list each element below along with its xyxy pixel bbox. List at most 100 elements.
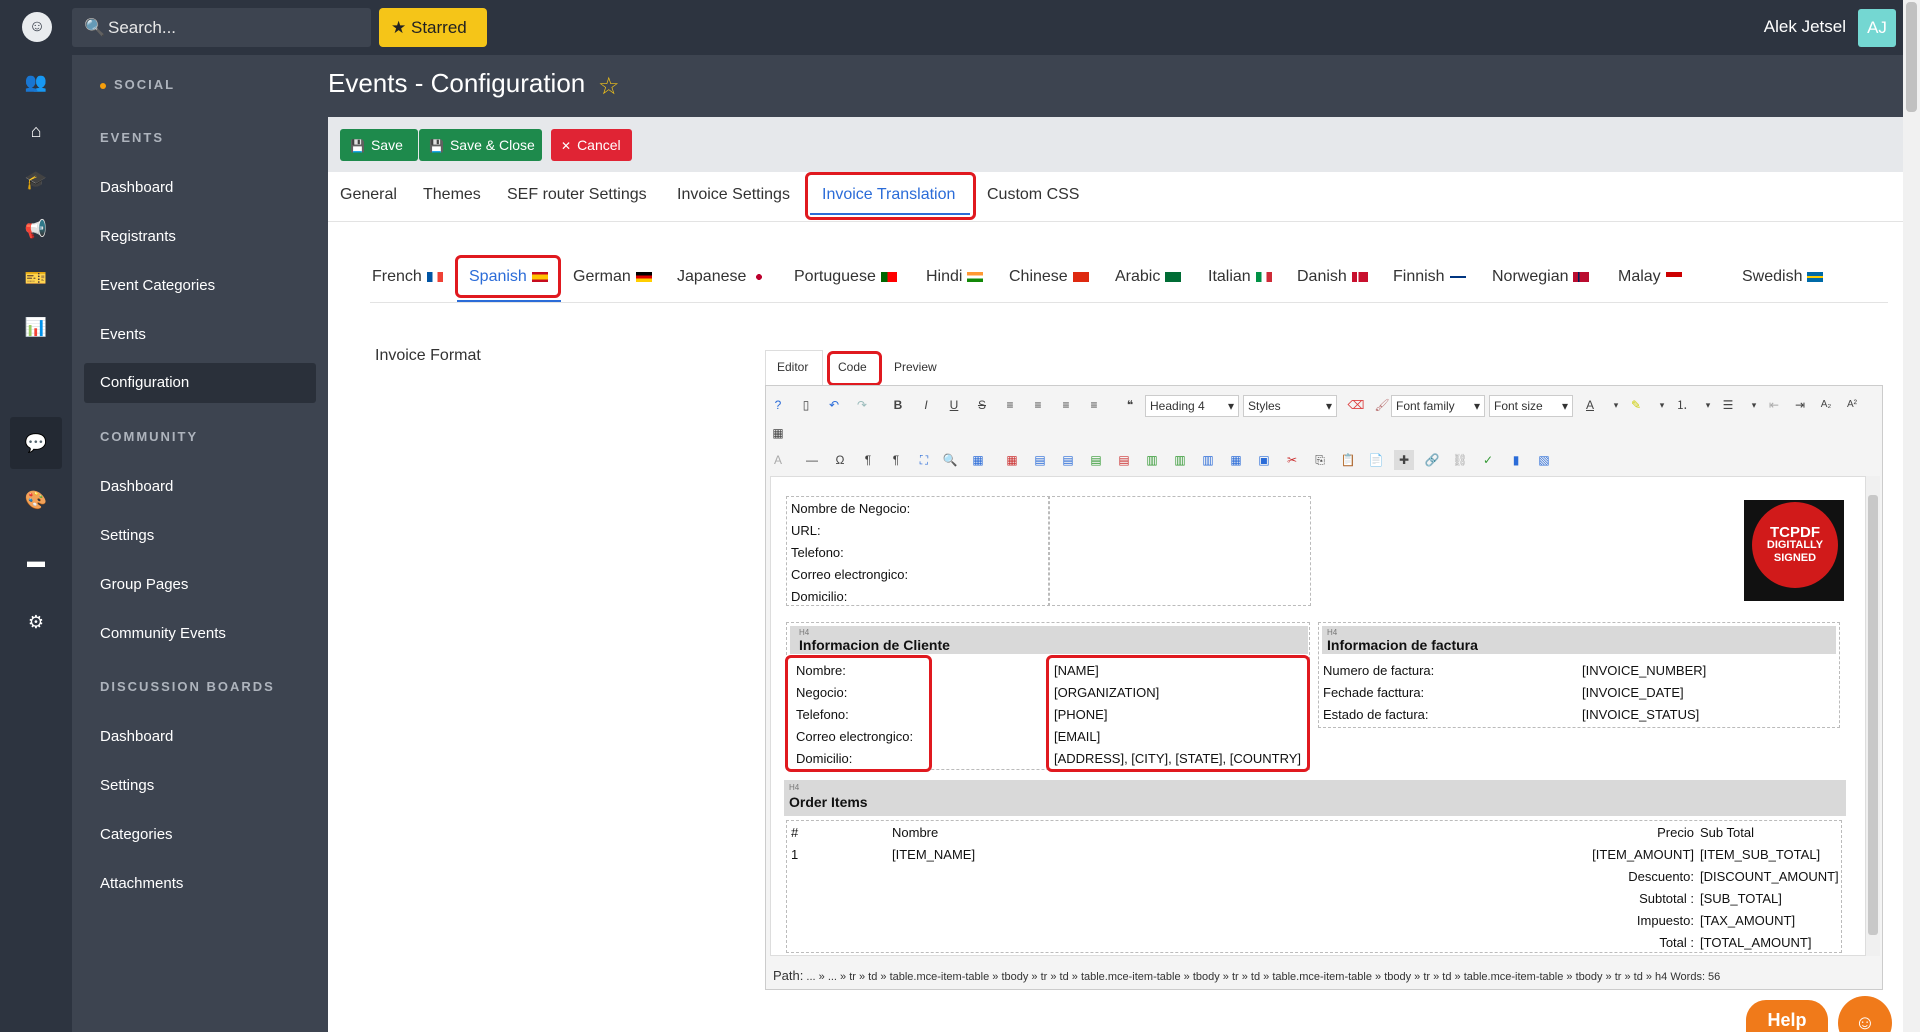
font-size-select[interactable]: Font size ▾ bbox=[1489, 395, 1573, 417]
sidebar-item-events[interactable]: Events bbox=[100, 326, 146, 343]
tab-general[interactable]: General bbox=[340, 186, 397, 204]
cancel-button[interactable]: ✕ Cancel bbox=[551, 129, 632, 161]
subscript-icon[interactable]: A₂ bbox=[1816, 395, 1836, 415]
help-button[interactable]: Help bbox=[1746, 1000, 1828, 1032]
tab-sef-router-settings[interactable]: SEF router Settings bbox=[507, 186, 647, 204]
lang-tab-hindi[interactable]: Hindi bbox=[926, 268, 984, 286]
chevron-down-icon[interactable]: ▾ bbox=[1698, 395, 1718, 415]
row-before-icon[interactable]: ▤ bbox=[1030, 450, 1050, 470]
italic-icon[interactable]: I bbox=[916, 395, 936, 415]
undo-icon[interactable]: ↶ bbox=[824, 395, 844, 415]
align-center-icon[interactable]: ≡ bbox=[1028, 395, 1048, 415]
tab-invoice-settings[interactable]: Invoice Settings bbox=[677, 186, 790, 204]
sidebar-item-group-pages[interactable]: Group Pages bbox=[100, 576, 188, 593]
bullet-list-icon[interactable]: ☰ bbox=[1718, 395, 1738, 415]
font-family-select[interactable]: Font family ▾ bbox=[1391, 395, 1485, 417]
col-props-icon[interactable]: ▥ bbox=[1198, 450, 1218, 470]
editor-scroll-thumb[interactable] bbox=[1868, 495, 1878, 935]
tab-editor[interactable]: Editor bbox=[777, 360, 808, 374]
styles-select[interactable]: Styles ▾ bbox=[1243, 395, 1337, 417]
special-character-icon[interactable]: Ω bbox=[830, 450, 850, 470]
tab-custom-css[interactable]: Custom CSS bbox=[987, 186, 1079, 204]
sidebar-item-discussion-settings[interactable]: Settings bbox=[100, 777, 154, 794]
redo-icon[interactable]: ↷ bbox=[852, 395, 872, 415]
page-scrollbar[interactable] bbox=[1903, 0, 1920, 1032]
search-input[interactable]: 🔍 Search... bbox=[72, 8, 371, 47]
chevron-down-icon[interactable]: ▾ bbox=[1744, 395, 1764, 415]
insert-table-icon[interactable]: ▦ bbox=[968, 450, 988, 470]
tab-preview[interactable]: Preview bbox=[894, 360, 937, 374]
lang-tab-italian[interactable]: Italian bbox=[1208, 268, 1272, 286]
sidebar-item-community-settings[interactable]: Settings bbox=[100, 527, 154, 544]
outdent-icon[interactable]: ⇤ bbox=[1764, 395, 1784, 415]
chart-icon[interactable]: 📊 bbox=[24, 315, 48, 339]
lang-tab-japanese[interactable]: Japanese bbox=[677, 268, 768, 286]
chat-icon[interactable]: 💬 bbox=[10, 417, 62, 469]
favorite-star-icon[interactable]: ☆ bbox=[598, 72, 620, 101]
avatar[interactable]: AJ bbox=[1858, 9, 1896, 47]
paste-text-icon[interactable]: 📄 bbox=[1366, 450, 1386, 470]
highlight-color-icon[interactable]: ✎ bbox=[1626, 395, 1646, 415]
lang-tab-arabic[interactable]: Arabic bbox=[1115, 268, 1182, 286]
app-logo-icon[interactable]: ☺ bbox=[22, 12, 52, 42]
paste-icon[interactable]: 📋 bbox=[1338, 450, 1358, 470]
palette-icon[interactable]: 🎨 bbox=[24, 488, 48, 512]
align-left-icon[interactable]: ≡ bbox=[1056, 395, 1076, 415]
blockquote-icon[interactable]: ❝ bbox=[1120, 395, 1140, 415]
megaphone-icon[interactable]: 📢 bbox=[24, 217, 48, 241]
format-painter-icon[interactable]: 🖌 bbox=[1372, 395, 1392, 415]
lang-tab-danish[interactable]: Danish bbox=[1297, 268, 1368, 286]
strikethrough-icon[interactable]: S bbox=[972, 395, 992, 415]
users-icon[interactable]: 👥 bbox=[24, 70, 48, 94]
sidebar-section-social[interactable]: SOCIAL bbox=[100, 77, 175, 92]
fullscreen-icon[interactable]: ⛶ bbox=[914, 450, 934, 470]
sidebar-item-community-events[interactable]: Community Events bbox=[100, 625, 226, 642]
sidebar-item-registrants[interactable]: Registrants bbox=[100, 228, 176, 245]
tab-themes[interactable]: Themes bbox=[423, 186, 481, 204]
sidebar-item-categories[interactable]: Categories bbox=[100, 826, 173, 843]
copy-icon[interactable]: ⎘ bbox=[1310, 450, 1330, 470]
sidebar-item-events-dashboard[interactable]: Dashboard bbox=[100, 179, 173, 196]
merge-cells-icon[interactable]: ▦ bbox=[1226, 450, 1246, 470]
graduation-cap-icon[interactable]: 🎓 bbox=[24, 168, 48, 192]
sidebar-item-configuration[interactable]: Configuration bbox=[84, 363, 316, 403]
block-format-select[interactable]: Heading 4 ▾ bbox=[1145, 395, 1239, 417]
link-icon[interactable]: 🔗 bbox=[1422, 450, 1442, 470]
find-icon[interactable]: 🔍 bbox=[940, 450, 960, 470]
indent-icon[interactable]: ⇥ bbox=[1790, 395, 1810, 415]
lang-tab-norwegian[interactable]: Norwegian bbox=[1492, 268, 1590, 286]
paragraph-rtl-icon[interactable]: ¶ bbox=[886, 450, 906, 470]
save-close-button[interactable]: 💾 Save & Close bbox=[419, 129, 542, 161]
row-after-icon[interactable]: ▤ bbox=[1058, 450, 1078, 470]
row-props-icon[interactable]: ▤ bbox=[1086, 450, 1106, 470]
lang-tab-swedish[interactable]: Swedish bbox=[1742, 268, 1824, 286]
image-icon[interactable]: ▧ bbox=[1534, 450, 1554, 470]
text-color-icon[interactable]: A bbox=[1580, 395, 1600, 415]
underline-icon[interactable]: U bbox=[944, 395, 964, 415]
delete-table-icon[interactable]: ▦ bbox=[1002, 450, 1022, 470]
chat-widget-icon[interactable]: ☺ bbox=[1838, 996, 1892, 1032]
starred-button[interactable]: ★ Starred bbox=[379, 8, 487, 47]
eraser-icon[interactable]: ⌫ bbox=[1346, 395, 1366, 415]
insert-icon[interactable]: ✚ bbox=[1394, 450, 1414, 470]
cut-icon[interactable]: ✂ bbox=[1282, 450, 1302, 470]
paragraph-ltr-icon[interactable]: ¶ bbox=[858, 450, 878, 470]
gear-icon[interactable]: ⚙ bbox=[24, 610, 48, 634]
col-after-icon[interactable]: ▥ bbox=[1170, 450, 1190, 470]
horizontal-rule-icon[interactable]: — bbox=[802, 450, 822, 470]
media-icon[interactable]: ▮ bbox=[1506, 450, 1526, 470]
chevron-down-icon[interactable]: ▾ bbox=[1606, 395, 1626, 415]
sidebar-item-community-dashboard[interactable]: Dashboard bbox=[100, 478, 173, 495]
lang-tab-portuguese[interactable]: Portuguese bbox=[794, 268, 897, 286]
page-scroll-thumb[interactable] bbox=[1906, 2, 1917, 112]
split-cells-icon[interactable]: ▣ bbox=[1254, 450, 1274, 470]
save-button[interactable]: 💾 Save bbox=[340, 129, 418, 161]
lang-tab-chinese[interactable]: Chinese bbox=[1009, 268, 1089, 286]
new-document-icon[interactable]: ▯ bbox=[796, 395, 816, 415]
col-before-icon[interactable]: ▥ bbox=[1142, 450, 1162, 470]
help-icon[interactable]: ? bbox=[768, 395, 788, 415]
unlink-icon[interactable]: ⛓ bbox=[1450, 450, 1470, 470]
sidebar-item-attachments[interactable]: Attachments bbox=[100, 875, 183, 892]
user-name[interactable]: Alek Jetsel bbox=[1764, 17, 1846, 37]
lang-tab-malay[interactable]: Malay bbox=[1618, 268, 1682, 286]
